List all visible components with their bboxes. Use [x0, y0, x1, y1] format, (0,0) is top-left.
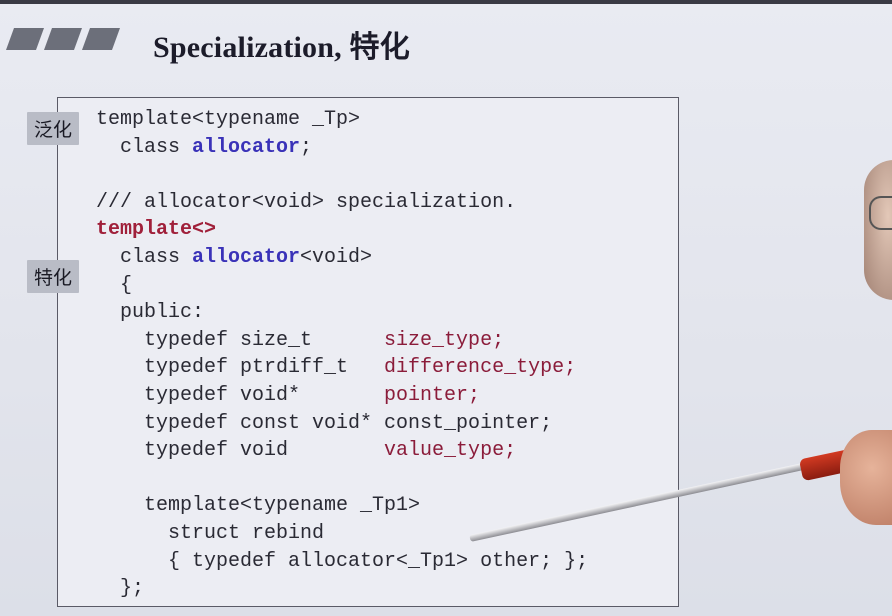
code-line: class allocator<void>: [96, 244, 588, 272]
code-line: typedef ptrdiff_t difference_type;: [96, 354, 588, 382]
code-line: template<>: [96, 216, 588, 244]
code-token: ;: [300, 135, 313, 159]
code-token: difference_type;: [384, 356, 577, 380]
code-token: {: [96, 273, 133, 297]
code-line: { typedef allocator<_Tp1> other; };: [96, 548, 588, 576]
code-token: allocator: [192, 135, 301, 159]
label-specialization: 特化: [27, 260, 80, 293]
presenter-hand: [840, 430, 892, 525]
presenter-figure: [864, 160, 892, 300]
code-token: allocator: [192, 245, 301, 269]
code-line: template<typename _Tp>: [96, 106, 588, 134]
code-token: };: [96, 577, 145, 601]
header-stripes: [0, 28, 130, 50]
code-token: template<>: [96, 218, 217, 242]
code-line: typedef size_t size_type;: [96, 327, 588, 355]
code-line: };: [96, 575, 588, 603]
code-line: public:: [96, 299, 588, 327]
code-line: struct rebind: [96, 520, 588, 548]
code-token: /// allocator<void> specialization.: [96, 190, 517, 214]
code-token: size_type;: [384, 328, 505, 352]
code-token: value_type;: [384, 439, 517, 463]
header-stripe: [81, 28, 121, 50]
code-line: typedef void value_type;: [96, 437, 588, 465]
code-token: class: [96, 135, 193, 159]
code-token: class: [96, 245, 193, 269]
header-stripe: [5, 28, 45, 50]
code-token: struct rebind: [96, 521, 325, 545]
code-line: typedef const void* const_pointer;: [96, 410, 588, 438]
top-edge: [0, 0, 892, 4]
code-token: typedef const void*: [96, 411, 385, 435]
code-token: typedef size_t: [96, 328, 385, 352]
code-token: const_pointer;: [384, 411, 553, 435]
code-token: template<typename _Tp>: [96, 108, 361, 131]
code-line: /// allocator<void> specialization.: [96, 189, 588, 217]
header-stripe: [43, 28, 83, 50]
code-token: typedef ptrdiff_t: [96, 356, 385, 380]
label-generalization: 泛化: [27, 112, 80, 145]
code-line: class allocator;: [96, 134, 588, 162]
code-token: typedef void: [96, 439, 385, 463]
code-token: template<typename _Tp1>: [96, 494, 421, 518]
code-line: template<typename _Tp1>: [96, 492, 588, 520]
code-line: typedef void* pointer;: [96, 382, 588, 410]
code-line: {: [96, 272, 588, 300]
slide-title: Specialization, 特化: [153, 31, 410, 64]
code-token: <void>: [300, 245, 373, 269]
code-token: public:: [96, 301, 205, 325]
code-token: typedef void*: [96, 383, 385, 407]
code-token: pointer;: [384, 383, 481, 407]
code-token: { typedef allocator<_Tp1> other; };: [96, 549, 589, 573]
presenter-glasses: [869, 196, 892, 230]
